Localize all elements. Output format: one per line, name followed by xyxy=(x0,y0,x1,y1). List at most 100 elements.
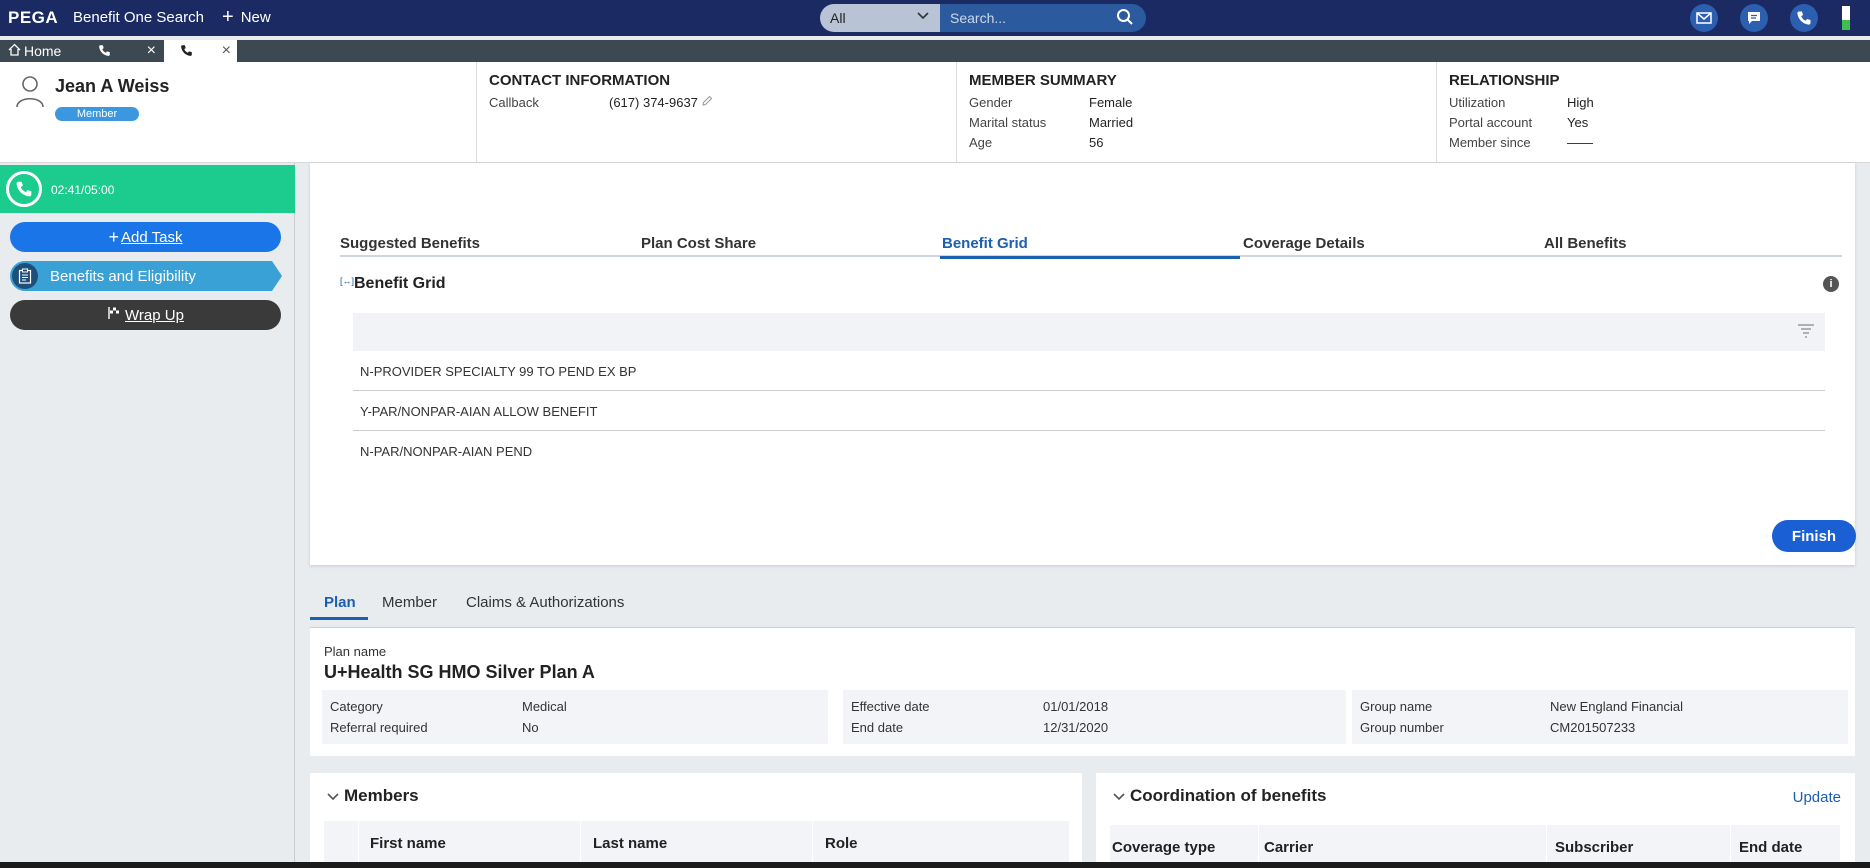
chevron-down-icon[interactable] xyxy=(326,790,340,805)
member-badge: Member xyxy=(55,107,139,121)
tab-member[interactable]: Member xyxy=(382,594,437,611)
search-scope-value: All xyxy=(830,10,846,26)
plan-dates-box: Effective date 01/01/2018 End date 12/31/2… xyxy=(843,690,1346,744)
bottom-bar xyxy=(0,862,1870,868)
grid-row[interactable]: N-PAR/NONPAR-AIAN PEND xyxy=(353,431,1825,471)
benefit-tabs: Suggested Benefits Plan Cost Share Benef… xyxy=(340,235,1842,259)
phone-icon xyxy=(180,44,193,60)
referral-value: No xyxy=(522,720,539,735)
search-icon[interactable] xyxy=(1116,8,1134,29)
plan-name-value: U+Health SG HMO Silver Plan A xyxy=(324,662,595,682)
add-task-label: Add Task xyxy=(121,228,183,246)
info-icon[interactable]: i xyxy=(1823,276,1839,292)
since-label: Member since xyxy=(1449,135,1531,150)
callback-label: Callback xyxy=(489,95,539,110)
contact-title: CONTACT INFORMATION xyxy=(489,72,671,89)
member-summary: MEMBER SUMMARY Gender Female Marital stat… xyxy=(956,62,1436,162)
chevron-down-icon[interactable] xyxy=(1112,790,1126,805)
edit-icon[interactable] xyxy=(701,95,713,115)
tab-all-benefits[interactable]: All Benefits xyxy=(1544,235,1627,257)
filter-icon[interactable] xyxy=(1797,323,1815,342)
category-value: Medical xyxy=(522,699,567,714)
add-task-button[interactable]: + Add Task xyxy=(10,222,281,252)
tab-home[interactable]: Home xyxy=(8,40,61,62)
tab-call-2[interactable]: × xyxy=(164,40,237,62)
battery-indicator xyxy=(1842,6,1850,30)
referral-label: Referral required xyxy=(330,720,428,735)
utilization-label: Utilization xyxy=(1449,95,1506,110)
grid-row[interactable]: N-PROVIDER SPECIALTY 99 TO PEND EX BP xyxy=(353,351,1825,391)
tab-call-1[interactable]: × xyxy=(82,40,162,62)
column-last-name[interactable]: Last name xyxy=(593,835,667,852)
phone-icon[interactable] xyxy=(1790,4,1818,32)
phone-icon xyxy=(98,44,111,60)
tab-coverage-details[interactable]: Coverage Details xyxy=(1243,235,1365,257)
utilization-value: High xyxy=(1567,95,1594,110)
plan-details-box: Category Medical Referral required No xyxy=(322,690,828,744)
plus-icon: + xyxy=(108,226,120,247)
column-coverage-type[interactable]: Coverage type xyxy=(1112,839,1215,856)
benefits-label: Benefits and Eligibility xyxy=(50,267,196,285)
marital-value: Married xyxy=(1089,115,1134,130)
marital-label: Marital status xyxy=(969,115,1047,130)
column-divider xyxy=(812,821,813,868)
finish-button[interactable]: Finish xyxy=(1772,520,1856,552)
chat-icon[interactable] xyxy=(1740,4,1768,32)
member-header: Jean A Weiss Member CONTACT INFORMATION … xyxy=(0,62,1870,163)
summary-title: MEMBER SUMMARY xyxy=(969,72,1117,89)
member-name: Jean A Weiss xyxy=(55,76,170,96)
group-number-label: Group number xyxy=(1360,720,1444,735)
portal-value: Yes xyxy=(1567,115,1589,130)
benefits-eligibility-button[interactable]: Benefits and Eligibility xyxy=(10,261,282,291)
phone-icon xyxy=(6,171,42,207)
search-bar: All xyxy=(820,4,1146,32)
cob-title: Coordination of benefits xyxy=(1130,786,1327,805)
column-carrier[interactable]: Carrier xyxy=(1264,839,1313,856)
relationship: RELATIONSHIP Utilization High Portal acco… xyxy=(1436,62,1870,162)
group-name-label: Group name xyxy=(1360,699,1433,714)
tab-claims-authorizations[interactable]: Claims & Authorizations xyxy=(466,594,624,611)
tab-plan[interactable]: Plan xyxy=(310,594,368,620)
tab-suggested-benefits[interactable]: Suggested Benefits xyxy=(340,235,480,257)
call-timer: 02:41/05:00 xyxy=(0,165,295,213)
new-label: New xyxy=(240,9,271,26)
gender-value: Female xyxy=(1089,95,1133,110)
home-icon xyxy=(8,43,21,59)
email-icon[interactable] xyxy=(1690,4,1718,32)
tab-strip: Home × × xyxy=(0,40,1870,62)
expand-icon[interactable]: [↔] xyxy=(340,276,354,286)
column-end-date[interactable]: End date xyxy=(1739,839,1802,856)
wrap-up-button[interactable]: Wrap Up xyxy=(10,300,281,330)
age-label: Age xyxy=(969,135,993,150)
tab-benefit-grid[interactable]: Benefit Grid xyxy=(940,235,1240,259)
search-scope-select[interactable]: All xyxy=(820,4,940,32)
age-value: 56 xyxy=(1089,135,1104,150)
close-icon[interactable]: × xyxy=(147,42,156,60)
effective-date-value: 01/01/2018 xyxy=(1043,699,1109,714)
timer-value: 02:41/05:00 xyxy=(51,183,115,197)
plus-icon: + xyxy=(222,6,234,28)
members-title: Members xyxy=(344,786,419,805)
column-first-name[interactable]: First name xyxy=(370,835,446,852)
top-bar: PEGA Benefit One Search + New All xyxy=(0,0,1870,36)
relationship-title: RELATIONSHIP xyxy=(1449,72,1560,89)
close-icon[interactable]: × xyxy=(222,42,231,60)
coordination-of-benefits-card: Coordination of benefits Update Coverage… xyxy=(1096,773,1855,868)
members-table-header: First name Last name Role xyxy=(324,821,1069,868)
plan-name-label: Plan name xyxy=(324,644,387,659)
clipboard-icon xyxy=(12,263,38,289)
left-panel: 02:41/05:00 + Add Task Benefits and Elig… xyxy=(0,163,295,868)
tab-plan-cost-share[interactable]: Plan Cost Share xyxy=(641,235,756,257)
grid-row[interactable]: Y-PAR/NONPAR-AIAN ALLOW BENEFIT xyxy=(353,391,1825,431)
category-label: Category xyxy=(330,699,383,714)
update-link[interactable]: Update xyxy=(1793,789,1841,806)
app-title[interactable]: Benefit One Search xyxy=(73,9,204,26)
portal-label: Portal account xyxy=(1449,115,1533,130)
members-card: Members First name Last name Role xyxy=(310,773,1082,868)
column-role[interactable]: Role xyxy=(825,835,858,852)
since-value: —— xyxy=(1567,135,1593,150)
new-button[interactable]: + New xyxy=(222,6,271,28)
avatar-icon xyxy=(14,74,46,111)
column-subscriber[interactable]: Subscriber xyxy=(1555,839,1633,856)
grid-filter-bar xyxy=(353,313,1825,351)
